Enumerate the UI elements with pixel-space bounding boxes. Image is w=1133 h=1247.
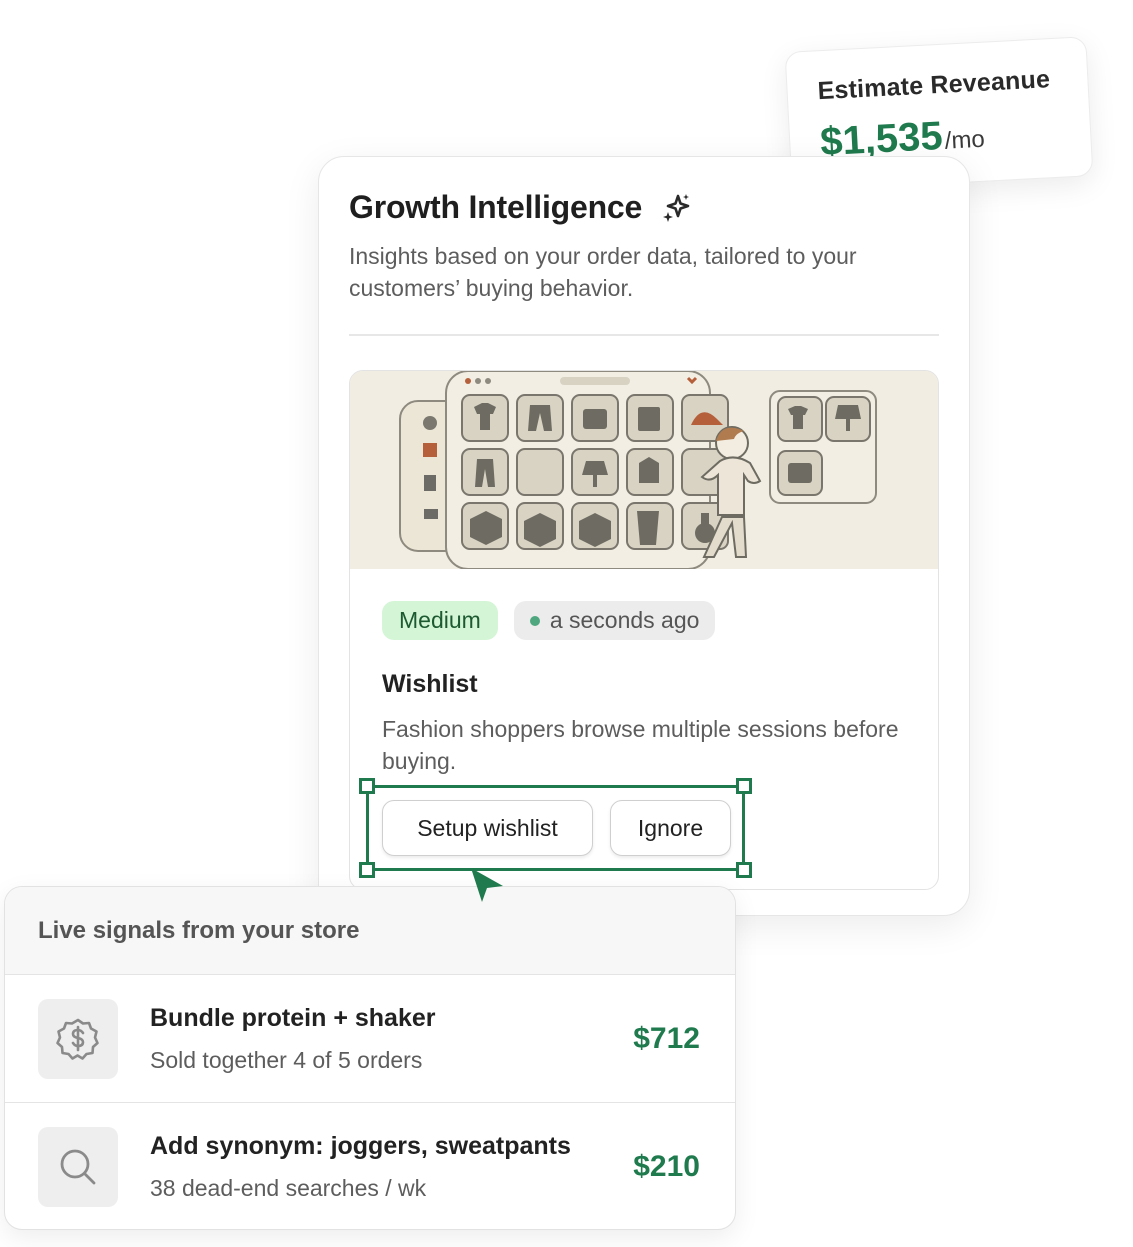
revenue-unit: /mo — [944, 125, 986, 155]
growth-title-row: Growth Intelligence — [349, 189, 939, 226]
sparkle-icon — [663, 193, 690, 222]
search-icon — [60, 1149, 96, 1185]
signal-value: $210 — [633, 1150, 700, 1183]
time-badge: a seconds ago — [513, 601, 716, 640]
selection-frame — [359, 778, 752, 878]
signal-subtitle: 38 dead-end searches / wk — [150, 1175, 427, 1201]
priority-badge: Medium — [382, 601, 498, 640]
divider — [349, 334, 939, 336]
signal-title: Bundle protein + shaker — [150, 1003, 436, 1032]
signal-text: Add synonym: joggers, sweatpants 38 dead… — [150, 1132, 633, 1202]
insight-description: Fashion shoppers browse multiple session… — [382, 716, 899, 774]
signal-row-bundle[interactable]: Bundle protein + shaker Sold together 4 … — [5, 975, 735, 1103]
signal-subtitle: Sold together 4 of 5 orders — [150, 1046, 423, 1073]
signal-text: Bundle protein + shaker Sold together 4 … — [150, 1004, 633, 1074]
growth-title: Growth Intelligence — [349, 189, 643, 225]
signal-icon-box — [38, 1127, 118, 1207]
status-dot-icon — [529, 615, 540, 626]
wishlist-illustration — [350, 371, 938, 570]
badge-row: Medium a seconds ago — [382, 601, 906, 640]
resize-handle-bottom-left[interactable] — [359, 862, 375, 878]
resize-handle-top-right[interactable] — [736, 778, 752, 794]
live-signals-card: Live signals from your store Bundle prot… — [4, 886, 736, 1230]
resize-handle-top-left[interactable] — [359, 778, 375, 794]
signal-value: $712 — [633, 1021, 700, 1055]
insight-title: Wishlist — [382, 670, 478, 698]
signal-title: Add synonym: joggers, sweatpants — [150, 1132, 571, 1160]
time-badge-label: a seconds ago — [549, 607, 700, 633]
growth-subtitle: Insights based on your order data, tailo… — [349, 243, 857, 301]
signal-row-synonym[interactable]: Add synonym: joggers, sweatpants 38 dead… — [5, 1103, 735, 1229]
dollar-badge-icon — [56, 1018, 99, 1060]
signals-header: Live signals from your store — [5, 887, 735, 975]
wishlist-illustration-art — [350, 371, 938, 570]
insight-body: Medium a seconds ago Wishlist Fashion sh… — [350, 569, 938, 777]
pointer-cursor-icon — [471, 868, 503, 902]
revenue-title: Estimate Reveanue — [816, 65, 1051, 106]
resize-handle-bottom-right[interactable] — [736, 862, 752, 878]
signal-icon-box — [38, 998, 118, 1079]
